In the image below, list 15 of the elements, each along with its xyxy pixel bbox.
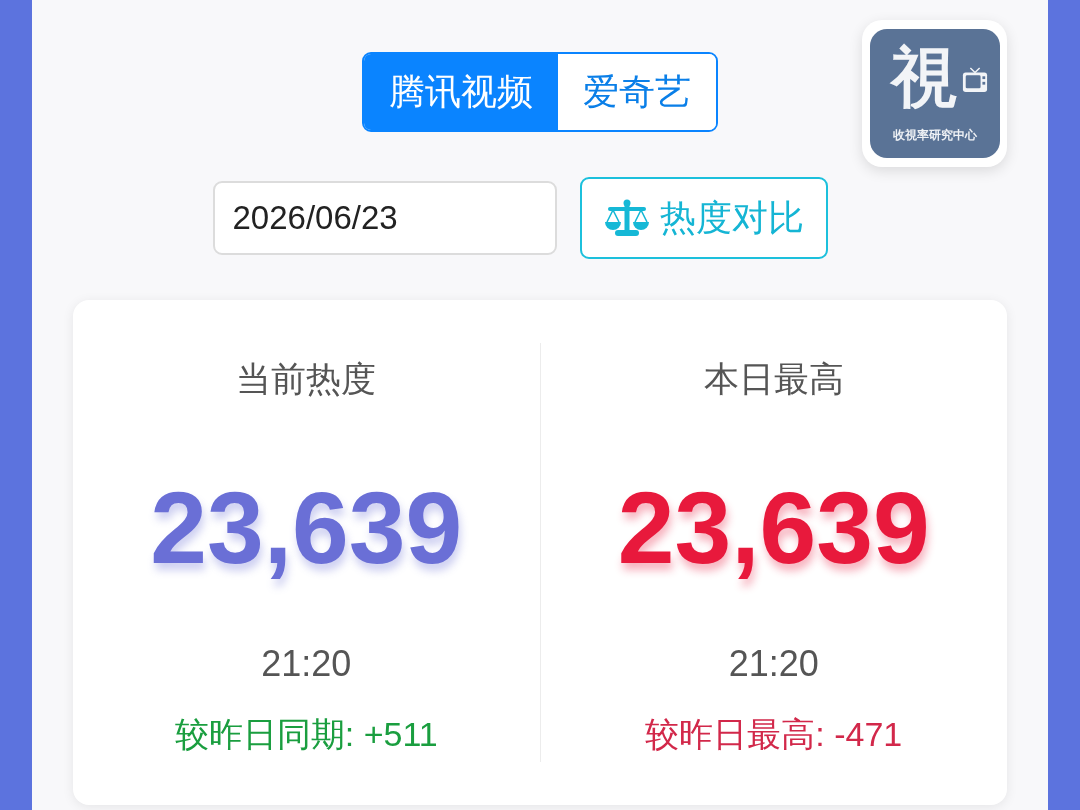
stat-value: 23,639	[150, 470, 463, 587]
stat-change: 较昨日同期: +511	[174, 714, 438, 755]
scale-icon	[603, 199, 650, 237]
tab[interactable]: 腾讯视频	[364, 54, 558, 130]
stat-value: 23,639	[617, 470, 930, 587]
date-field[interactable]: 2026/06/23	[212, 181, 557, 255]
logo-glyph: 視	[891, 37, 957, 118]
stat-change: 较昨日最高: -471	[645, 714, 903, 755]
stat-time: 21:20	[728, 642, 819, 686]
logo-caption: 收視率研究中心	[893, 127, 977, 143]
stat-label: 当前热度	[236, 358, 377, 400]
stat-time: 21:20	[261, 642, 352, 686]
tv-icon	[962, 67, 988, 93]
compare-button[interactable]: 热度对比	[579, 177, 828, 259]
stat-label: 本日最高	[703, 358, 844, 400]
